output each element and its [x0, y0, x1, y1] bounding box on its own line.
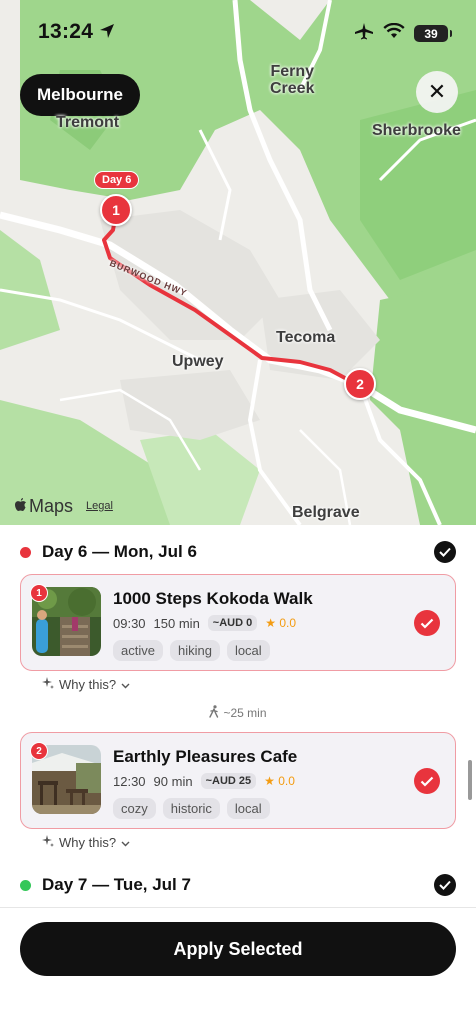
maps-brand-label: Maps — [29, 496, 74, 516]
day-header-6[interactable]: Day 6 — Mon, Jul 6 — [20, 537, 456, 567]
map-view[interactable]: 13:24 39 Melbourne ✕ Tremont Ferny Creek… — [0, 0, 476, 525]
activity-rating: ★ 0.0 — [265, 616, 297, 630]
day-color-dot — [20, 546, 31, 558]
close-map-button[interactable]: ✕ — [416, 71, 458, 113]
city-selector-button[interactable]: Melbourne — [20, 74, 140, 116]
activity-price: ~AUD 0 — [207, 615, 258, 631]
map-label-ferny-creek: Ferny Creek — [270, 63, 315, 97]
activity-rating: ★ 0.0 — [264, 774, 295, 788]
activity-time: 09:30 — [113, 615, 146, 631]
activity-meta: 12:30 90 min ~AUD 25 ★ 0.0 — [113, 773, 295, 789]
map-label-upwey: Upwey — [172, 353, 224, 370]
map-label-belgrave: Belgrave — [292, 504, 360, 521]
close-icon: ✕ — [427, 79, 447, 104]
activity-meta: 09:30 150 min ~AUD 0 ★ 0.0 — [113, 615, 296, 631]
why-this-toggle[interactable]: Why this? — [42, 677, 130, 692]
location-arrow-icon — [99, 23, 115, 44]
tag-chip: historic — [162, 798, 220, 819]
day-header-7[interactable]: Day 7 — Tue, Jul 7 — [20, 870, 456, 900]
activity-select-checkbox[interactable] — [414, 768, 440, 794]
why-this-toggle[interactable]: Why this? — [42, 835, 130, 850]
day-title: Day 6 — Mon, Jul 6 — [42, 542, 197, 561]
activity-duration: 90 min — [153, 773, 193, 789]
tag-chip: hiking — [169, 640, 220, 661]
chevron-down-icon — [121, 677, 130, 692]
tag-chip: active — [113, 640, 163, 661]
day-select-checkbox[interactable] — [434, 541, 456, 563]
checkmark-icon — [439, 880, 451, 890]
sparkle-icon — [42, 835, 54, 850]
why-this-label: Why this? — [59, 677, 117, 692]
status-time: 13:24 — [38, 20, 94, 43]
footer-divider — [0, 907, 476, 908]
sparkle-icon — [42, 677, 54, 692]
activity-select-checkbox[interactable] — [414, 610, 440, 636]
stop-number-badge: 2 — [30, 742, 48, 760]
activity-tags: cozy historic local — [113, 798, 270, 819]
map-pin-2[interactable]: 2 — [344, 368, 376, 400]
map-label-tecoma: Tecoma — [276, 329, 336, 346]
tag-chip: cozy — [113, 798, 156, 819]
activity-duration: 150 min — [153, 615, 200, 631]
activity-title: 1000 Steps Kokoda Walk — [113, 589, 313, 608]
map-pin-1[interactable]: 1 — [100, 194, 132, 226]
maps-legal-link[interactable]: Legal — [86, 500, 113, 512]
apply-selected-button[interactable]: Apply Selected — [20, 922, 456, 976]
day-color-dot — [20, 879, 31, 891]
map-label-tremont: Tremont — [56, 114, 120, 131]
battery-icon: 39 — [414, 25, 452, 42]
checkmark-icon — [420, 776, 434, 787]
why-this-label: Why this? — [59, 835, 117, 850]
activity-tags: active hiking local — [113, 640, 270, 661]
chevron-down-icon — [121, 835, 130, 850]
day-title: Day 7 — Tue, Jul 7 — [42, 875, 191, 894]
stop-number-badge: 1 — [30, 584, 48, 602]
activity-price: ~AUD 25 — [200, 773, 257, 789]
travel-time-label: ~25 min — [223, 706, 267, 720]
status-icons: 39 — [354, 22, 452, 45]
tag-chip: local — [226, 640, 270, 661]
travel-time: ~25 min — [0, 705, 476, 721]
day-select-checkbox[interactable] — [434, 874, 456, 896]
checkmark-icon — [439, 547, 451, 557]
walking-icon — [209, 705, 219, 721]
airplane-icon — [354, 22, 374, 45]
apple-logo-icon — [14, 496, 27, 517]
checkmark-icon — [420, 618, 434, 629]
activity-time: 12:30 — [113, 773, 146, 789]
scrollbar[interactable] — [468, 760, 472, 800]
activity-card[interactable]: 1 1000 Steps Kokoda Walk 09:30 150 min ~… — [20, 574, 456, 671]
status-bar: 13:24 39 — [0, 0, 476, 62]
route-day-tag: Day 6 — [94, 171, 140, 189]
map-label-sherbrooke: Sherbrooke — [372, 122, 461, 139]
activity-card[interactable]: 2 Earthly Pleasures Cafe 12:30 90 min ~A… — [20, 732, 456, 829]
tag-chip: local — [226, 798, 270, 819]
maps-brand: Maps — [14, 496, 73, 517]
activity-title: Earthly Pleasures Cafe — [113, 747, 298, 766]
wifi-icon — [383, 22, 405, 44]
